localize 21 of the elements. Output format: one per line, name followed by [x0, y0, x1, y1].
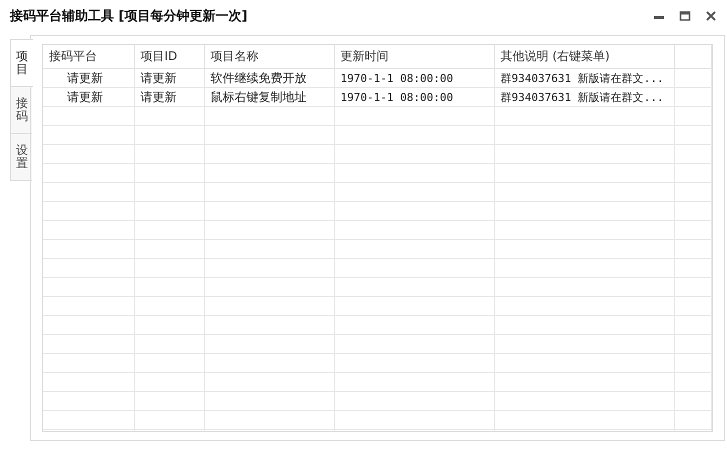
table-cell: 鼠标右键复制地址 — [204, 88, 334, 106]
table-cell: 软件继续免费开放 — [204, 68, 334, 88]
maximize-icon[interactable] — [679, 10, 691, 22]
table-cell: 群934037631 新版请在群文... — [494, 68, 674, 88]
side-tab[interactable]: 设置 — [10, 133, 32, 181]
side-tab[interactable]: 项目 — [10, 39, 33, 87]
column-header[interactable]: 项目名称 — [204, 45, 334, 68]
table-cell: 请更新 — [43, 68, 134, 88]
column-header[interactable]: 项目ID — [134, 45, 204, 68]
table-cell: 请更新 — [43, 88, 134, 106]
column-header[interactable]: 其他说明 (右键菜单) — [494, 45, 674, 68]
table-cell: 请更新 — [134, 88, 204, 106]
column-header[interactable]: 更新时间 — [334, 45, 494, 68]
side-tab[interactable]: 接码 — [10, 86, 32, 134]
table-cell: 群934037631 新版请在群文... — [494, 88, 674, 106]
column-header[interactable]: 接码平台 — [43, 45, 134, 68]
window-title: 接码平台辅助工具 [项目每分钟更新一次] — [10, 8, 248, 25]
close-icon[interactable] — [705, 10, 717, 22]
table-cell: 请更新 — [134, 68, 204, 88]
table-cell: 1970-1-1 08:00:00 — [334, 68, 494, 88]
table-cell: 1970-1-1 08:00:00 — [334, 88, 494, 106]
